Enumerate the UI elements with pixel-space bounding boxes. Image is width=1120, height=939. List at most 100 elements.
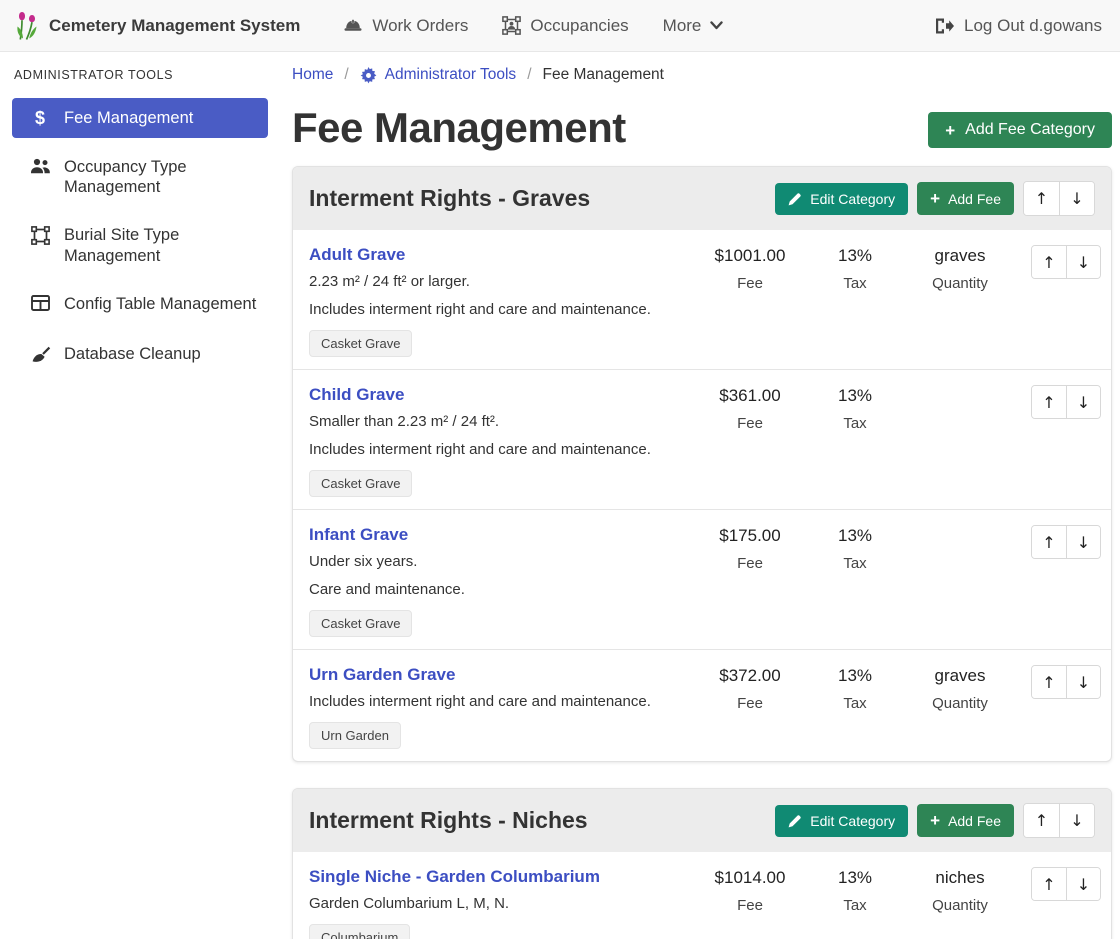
fee-amount: $1001.00 <box>695 246 805 266</box>
fee-amount-label: Fee <box>695 897 805 914</box>
fee-quantity: niches <box>905 868 1015 888</box>
nav-more[interactable]: More <box>663 16 724 36</box>
category-actions: Edit Category + Add Fee ↑ ↓ <box>775 803 1095 838</box>
fee-name-link[interactable]: Urn Garden Grave <box>309 665 455 685</box>
gear-icon <box>360 67 377 84</box>
nav-work-orders[interactable]: Work Orders <box>343 16 468 36</box>
app-brand[interactable]: Cemetery Management System <box>14 11 300 41</box>
move-fee-up-button[interactable]: ↑ <box>1032 386 1066 418</box>
arrow-down-icon: ↓ <box>1077 253 1090 272</box>
arrow-down-icon: ↓ <box>1070 811 1083 830</box>
fee-quantity-column: graves Quantity <box>905 665 1015 749</box>
fee-tax: 13% <box>805 868 905 888</box>
move-category-down-button[interactable]: ↓ <box>1059 804 1094 837</box>
plus-icon: + <box>945 122 955 139</box>
fee-tax-label: Tax <box>805 897 905 914</box>
fee-amount-column: $1014.00 Fee <box>695 867 805 939</box>
breadcrumb-separator: / <box>344 66 348 84</box>
category-actions: Edit Category + Add Fee ↑ ↓ <box>775 181 1095 216</box>
fee-type-badge: Casket Grave <box>309 330 412 357</box>
category-header: Interment Rights - Graves Edit Category … <box>293 167 1111 230</box>
breadcrumb-home-link[interactable]: Home <box>292 66 333 84</box>
logout-link[interactable]: Log Out d.gowans <box>934 16 1102 36</box>
move-fee-down-button[interactable]: ↓ <box>1066 246 1100 278</box>
arrow-up-icon: ↑ <box>1035 811 1048 830</box>
move-fee-up-button[interactable]: ↑ <box>1032 246 1066 278</box>
arrow-down-icon: ↓ <box>1077 533 1090 552</box>
fee-type-badge: Columbarium <box>309 924 410 939</box>
fee-row: Urn Garden Grave Includes interment righ… <box>293 650 1111 761</box>
arrow-down-icon: ↓ <box>1077 875 1090 894</box>
fee-name-link[interactable]: Infant Grave <box>309 525 408 545</box>
move-fee-up-button[interactable]: ↑ <box>1032 526 1066 558</box>
fee-quantity: graves <box>905 246 1015 266</box>
fee-description: Garden Columbarium L, M, N. <box>309 895 695 912</box>
add-fee-button[interactable]: + Add Fee <box>917 804 1014 837</box>
breadcrumb-separator: / <box>527 66 531 84</box>
fee-quantity-column: graves Quantity <box>905 245 1015 357</box>
category-title: Interment Rights - Graves <box>309 185 590 212</box>
nav-occupancies-label: Occupancies <box>530 16 628 36</box>
move-category-down-button[interactable]: ↓ <box>1059 182 1094 215</box>
fee-amount-column: $1001.00 Fee <box>695 245 805 357</box>
move-fee-down-button[interactable]: ↓ <box>1066 526 1100 558</box>
fee-amount: $175.00 <box>695 526 805 546</box>
edit-category-button[interactable]: Edit Category <box>775 805 908 837</box>
sidebar-item-database-cleanup[interactable]: Database Cleanup <box>12 335 268 377</box>
page-header: Fee Management + Add Fee Category <box>292 100 1112 152</box>
pencil-icon <box>788 814 802 828</box>
add-fee-label: Add Fee <box>948 813 1001 829</box>
admin-sidebar: ADMINISTRATOR TOOLS $ Fee Management Occ… <box>0 52 280 939</box>
fee-tax-label: Tax <box>805 555 905 572</box>
sidebar-item-config-table[interactable]: Config Table Management <box>12 285 268 325</box>
fee-name-link[interactable]: Single Niche - Garden Columbarium <box>309 867 600 887</box>
move-fee-down-button[interactable]: ↓ <box>1066 666 1100 698</box>
fee-amount-column: $372.00 Fee <box>695 665 805 749</box>
fee-description: Includes interment right and care and ma… <box>309 441 695 458</box>
move-category-up-button[interactable]: ↑ <box>1024 182 1059 215</box>
breadcrumb-admin-tools-label: Administrator Tools <box>385 66 517 84</box>
move-fee-up-button[interactable]: ↑ <box>1032 666 1066 698</box>
move-fee-down-button[interactable]: ↓ <box>1066 386 1100 418</box>
fee-tax-column: 13% Tax <box>805 867 905 939</box>
breadcrumb-current: Fee Management <box>543 66 665 84</box>
fee-tax: 13% <box>805 246 905 266</box>
fee-tax-label: Tax <box>805 415 905 432</box>
users-icon <box>29 158 51 179</box>
category-header: Interment Rights - Niches Edit Category … <box>293 789 1111 852</box>
logout-label: Log Out d.gowans <box>964 16 1102 36</box>
move-fee-up-button[interactable]: ↑ <box>1032 868 1066 900</box>
sidebar-item-occupancy-type[interactable]: Occupancy Type Management <box>12 148 268 206</box>
hard-hat-icon <box>343 17 363 34</box>
move-category-up-button[interactable]: ↑ <box>1024 804 1059 837</box>
add-fee-category-button[interactable]: + Add Fee Category <box>928 112 1112 148</box>
move-fee-down-button[interactable]: ↓ <box>1066 868 1100 900</box>
fee-reorder-group: ↑ ↓ <box>1015 665 1101 749</box>
fee-description: Care and maintenance. <box>309 581 695 598</box>
plus-icon: + <box>930 190 940 207</box>
sign-out-icon <box>934 17 955 35</box>
sidebar-item-label: Occupancy Type Management <box>64 157 258 197</box>
fee-category-card-niches: Interment Rights - Niches Edit Category … <box>292 788 1112 939</box>
tulip-logo-icon <box>14 11 40 41</box>
fee-tax-label: Tax <box>805 695 905 712</box>
sidebar-item-burial-site-type[interactable]: Burial Site Type Management <box>12 216 268 274</box>
fee-name-link[interactable]: Child Grave <box>309 385 404 405</box>
nav-occupancies[interactable]: Occupancies <box>502 16 628 36</box>
edit-category-button[interactable]: Edit Category <box>775 183 908 215</box>
fee-tax-label: Tax <box>805 275 905 292</box>
sidebar-item-fee-management[interactable]: $ Fee Management <box>12 98 268 138</box>
fee-tax-column: 13% Tax <box>805 525 905 637</box>
fee-amount-label: Fee <box>695 555 805 572</box>
fee-row: Child Grave Smaller than 2.23 m² / 24 ft… <box>293 370 1111 510</box>
dollar-icon: $ <box>29 109 51 127</box>
add-fee-button[interactable]: + Add Fee <box>917 182 1014 215</box>
category-title: Interment Rights - Niches <box>309 807 588 834</box>
chevron-down-icon <box>710 21 723 30</box>
arrow-up-icon: ↑ <box>1042 875 1055 894</box>
breadcrumb-admin-tools-link[interactable]: Administrator Tools <box>360 66 517 84</box>
fee-row: Adult Grave 2.23 m² / 24 ft² or larger. … <box>293 230 1111 370</box>
fee-row: Single Niche - Garden Columbarium Garden… <box>293 852 1111 939</box>
fee-name-link[interactable]: Adult Grave <box>309 245 405 265</box>
fee-amount: $372.00 <box>695 666 805 686</box>
